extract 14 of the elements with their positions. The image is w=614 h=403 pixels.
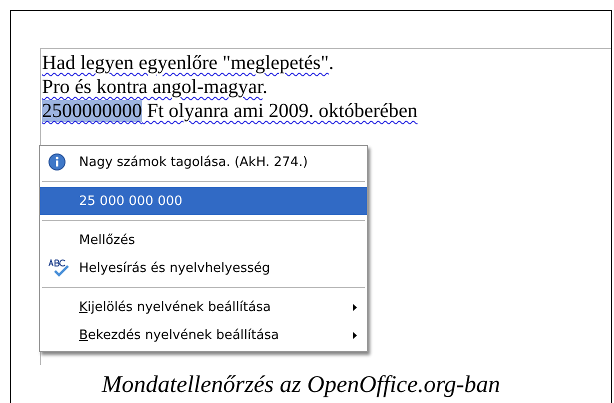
text-line: 2500000000 Ft olyanra ami 2009. októberében [41,99,418,123]
submenu-arrow-icon [353,304,357,311]
menu-item[interactable]: Bekezdés nyelvének beállítása [40,321,367,349]
menu-item[interactable]: Helyesírás és nyelvhelyesség [40,254,367,282]
spell-check-icon [48,259,70,277]
text-line: Pro és kontra angol-magyar. [41,75,268,99]
text-line: Had legyen egyenlőre "meglepetés". [41,51,335,75]
info-icon [48,153,66,171]
menu-item[interactable]: Mellőzés [40,226,367,254]
menu-item[interactable]: Nagy számok tagolása. (AkH. 274.) [40,148,367,176]
figure-caption: Mondatellenőrzés az OpenOffice.org-ban [100,372,502,399]
menu-item[interactable]: Kijelölés nyelvének beállítása [40,293,367,321]
menu-item[interactable]: 25 000 000 000 [40,187,367,215]
submenu-arrow-icon [353,332,357,339]
